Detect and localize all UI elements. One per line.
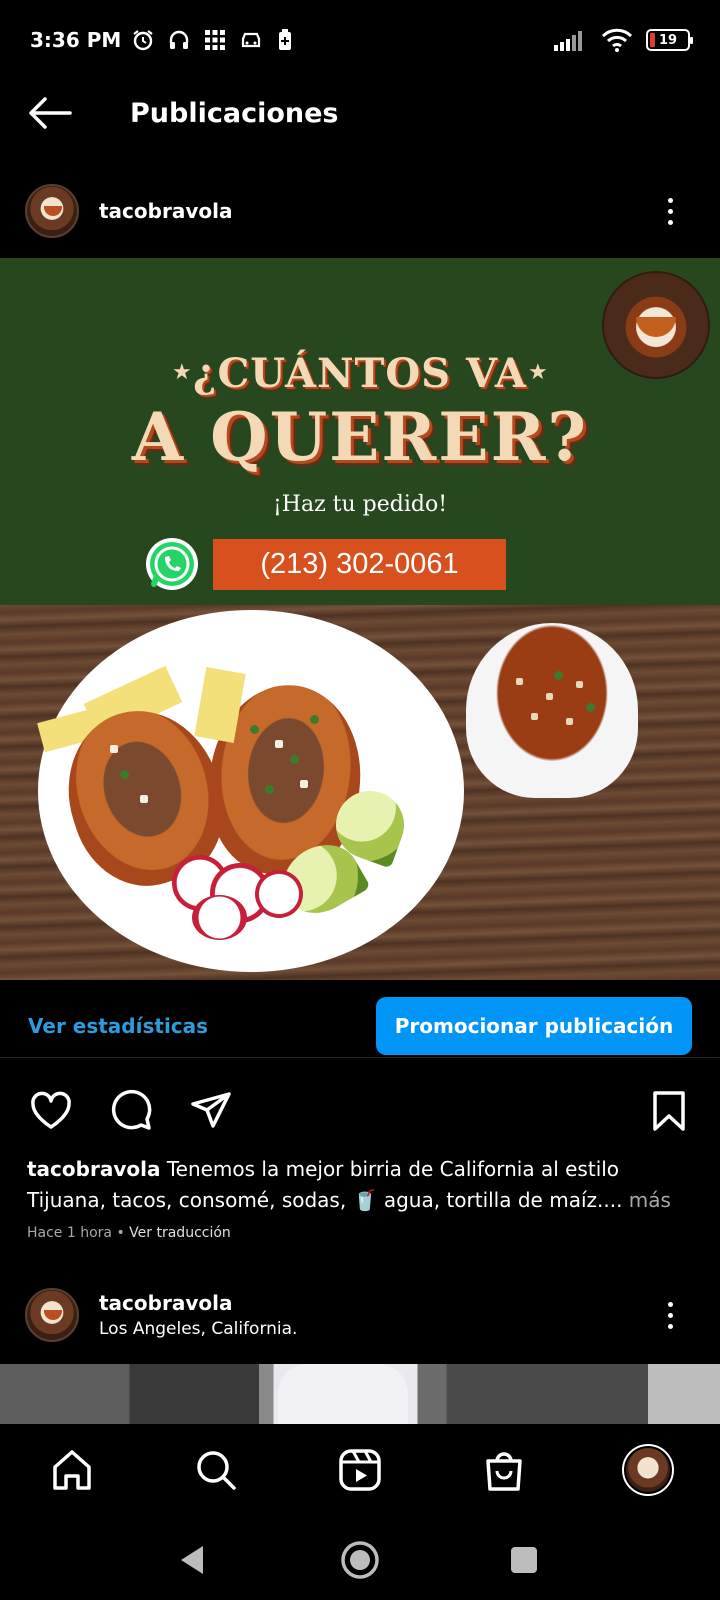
consome-cup (466, 623, 638, 798)
post-image[interactable]: ★ ★ ¿CUÁNTOS VA A QUERER? ¡Haz tu pedido… (0, 258, 720, 980)
profile-avatar[interactable] (622, 1444, 674, 1496)
next-post-username[interactable]: tacobravola (99, 1291, 297, 1315)
more-vertical-icon (667, 197, 673, 203)
system-home-icon[interactable] (340, 1540, 380, 1580)
next-post-image[interactable] (0, 1364, 720, 1424)
shop-icon[interactable] (478, 1444, 530, 1496)
avatar[interactable] (25, 184, 79, 238)
arrow-left-icon (29, 97, 72, 129)
see-translation-link[interactable]: Ver traducción (129, 1225, 231, 1241)
post-location[interactable]: Los Angeles, California. (99, 1319, 297, 1339)
keypad-icon (203, 28, 227, 52)
heart-icon[interactable] (28, 1088, 74, 1134)
post-username[interactable]: tacobravola (99, 199, 232, 223)
banner-headline-2: A QUERER? (131, 398, 589, 476)
next-post-header: tacobravola Los Angeles, California. (0, 1280, 720, 1350)
promote-post-button[interactable]: Promocionar publicación (376, 996, 692, 1055)
post-caption: tacobravola Tenemos la mejor birria de C… (27, 1154, 702, 1216)
post-actions-bar: Ver estadísticas Promocionar publicación (0, 994, 720, 1058)
back-button[interactable] (28, 93, 80, 133)
promo-banner: ★ ★ ¿CUÁNTOS VA A QUERER? ¡Haz tu pedido… (0, 258, 720, 605)
whatsapp-icon (146, 538, 198, 590)
banner-cta: ¡Haz tu pedido! (272, 492, 448, 517)
system-recents-icon[interactable] (504, 1540, 544, 1580)
page-title: Publicaciones (130, 97, 339, 129)
view-insights-link[interactable]: Ver estadísticas (28, 1014, 208, 1038)
bottom-navigation (0, 1424, 720, 1516)
home-icon[interactable] (46, 1444, 98, 1496)
alarm-icon (131, 28, 155, 52)
food-photo (0, 605, 720, 980)
system-navigation-bar (0, 1516, 720, 1600)
headset-icon (167, 28, 191, 52)
status-bar: 3:36 PM 19 (0, 0, 720, 80)
battery-level: 19 (658, 32, 678, 48)
car-icon (239, 28, 263, 52)
reels-icon[interactable] (334, 1444, 386, 1496)
search-icon[interactable] (190, 1444, 242, 1496)
post-header: tacobravola (0, 176, 720, 246)
battery-saver-icon (275, 28, 295, 52)
avatar[interactable] (25, 1288, 79, 1342)
more-options-button[interactable] (660, 1295, 680, 1335)
post-meta: Hace 1 hora • Ver traducción (27, 1225, 231, 1241)
banner-headline-1: ¿CUÁNTOS VA (193, 350, 527, 397)
share-icon[interactable] (188, 1088, 234, 1134)
more-vertical-icon (667, 1301, 673, 1307)
bookmark-icon[interactable] (646, 1088, 692, 1134)
caption-username[interactable]: tacobravola (27, 1157, 160, 1181)
top-app-bar: Publicaciones (0, 80, 720, 146)
signal-icon (554, 29, 588, 51)
battery-icon: 19 (646, 29, 693, 51)
caption-more-link[interactable]: más (629, 1188, 671, 1212)
post-timestamp: Hace 1 hora (27, 1225, 112, 1241)
phone-number: (213) 302-0061 (213, 539, 506, 590)
wifi-icon (600, 27, 634, 53)
system-back-icon[interactable] (172, 1540, 212, 1580)
status-time: 3:36 PM (30, 28, 122, 52)
post-interaction-icons (0, 1088, 720, 1140)
more-options-button[interactable] (660, 191, 680, 231)
comment-icon[interactable] (108, 1088, 154, 1134)
